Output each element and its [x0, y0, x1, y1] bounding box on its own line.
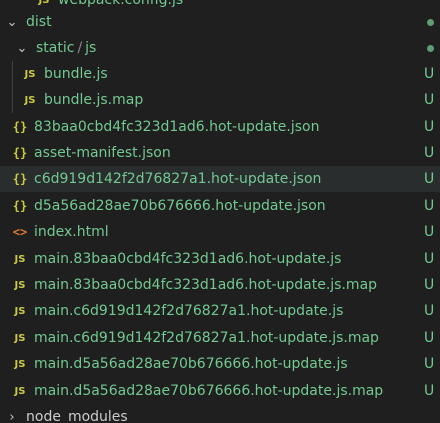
tree-item-label: index.html: [34, 224, 109, 240]
tree-item-label: bundle.js: [44, 66, 108, 82]
tree-item-label: main.d5a56ad28ae70b676666.hot-update.js: [34, 356, 348, 372]
chevron-down-icon: ⌄: [16, 40, 28, 56]
untracked-badge: U: [424, 383, 435, 399]
folder-label: node_modules: [26, 409, 128, 423]
folder-label-static: static: [36, 40, 75, 56]
tree-item-label: main.83baa0cbd4fc323d1ad6.hot-update.js.…: [34, 277, 378, 293]
folder-static-js[interactable]: ⌄ static / js: [0, 35, 440, 61]
tree-item-label: 83baa0cbd4fc323d1ad6.hot-update.json: [34, 119, 320, 135]
tree-item-label: main.c6d919d142f2d76827a1.hot-update.js: [34, 303, 344, 319]
tree-item-label: d5a56ad28ae70b676666.hot-update.json: [34, 198, 326, 214]
js-file-icon: JS: [14, 279, 26, 291]
chevron-down-icon: ⌄: [6, 14, 18, 30]
js-file-icon: JS: [14, 385, 26, 397]
tree-item-file[interactable]: JS main.d5a56ad28ae70b676666.hot-update.…: [0, 351, 440, 377]
untracked-badge: U: [424, 119, 435, 135]
json-file-icon: {}: [12, 146, 28, 160]
untracked-badge: U: [424, 356, 435, 372]
tree-item-file[interactable]: JS main.c6d919d142f2d76827a1.hot-update.…: [0, 298, 440, 324]
html-file-icon: <>: [12, 225, 28, 239]
folder-node-modules[interactable]: › node_modules: [0, 404, 440, 423]
tree-item-label: webpack.config.js: [58, 0, 184, 8]
folder-label-js: js: [85, 40, 97, 56]
tree-item-file[interactable]: JS bundle.js.map U: [0, 87, 440, 113]
folder-dist[interactable]: ⌄ dist: [0, 9, 440, 35]
js-file-icon: JS: [14, 332, 26, 344]
modified-dot-icon: [427, 45, 434, 52]
chevron-right-icon: ›: [9, 409, 15, 423]
tree-item-file[interactable]: JS main.83baa0cbd4fc323d1ad6.hot-update.…: [0, 246, 440, 272]
js-file-icon: JS: [14, 305, 26, 317]
js-file-icon: JS: [24, 94, 36, 106]
tree-item-file[interactable]: {} 83baa0cbd4fc323d1ad6.hot-update.json …: [0, 114, 440, 140]
untracked-badge: U: [424, 145, 435, 161]
json-file-icon: {}: [12, 199, 28, 213]
js-file-icon: JS: [14, 253, 26, 265]
untracked-badge: U: [424, 303, 435, 319]
untracked-badge: U: [424, 171, 435, 187]
js-file-icon: JS: [38, 0, 50, 6]
tree-item-label: main.d5a56ad28ae70b676666.hot-update.js.…: [34, 383, 384, 399]
untracked-badge: U: [424, 251, 435, 267]
tree-item-file[interactable]: {} asset-manifest.json U: [0, 140, 440, 166]
untracked-badge: U: [424, 92, 435, 108]
tree-item-file[interactable]: JS main.83baa0cbd4fc323d1ad6.hot-update.…: [0, 272, 440, 298]
untracked-badge: U: [424, 277, 435, 293]
untracked-badge: U: [424, 330, 435, 346]
tree-item-file[interactable]: JS main.d5a56ad28ae70b676666.hot-update.…: [0, 378, 440, 404]
tree-item-file[interactable]: JS bundle.js U: [0, 61, 440, 87]
file-explorer-tree: JS webpack.config.js ⌄ dist ⌄ static / j…: [0, 0, 440, 423]
tree-item-file[interactable]: <> index.html U: [0, 219, 440, 245]
tree-item-label: main.83baa0cbd4fc323d1ad6.hot-update.js: [34, 251, 342, 267]
js-file-icon: JS: [24, 68, 36, 80]
tree-item-label: main.c6d919d142f2d76827a1.hot-update.js.…: [34, 330, 379, 346]
json-file-icon: {}: [12, 172, 28, 186]
folder-label: dist: [26, 14, 52, 30]
untracked-badge: U: [424, 198, 435, 214]
untracked-badge: U: [424, 66, 435, 82]
path-separator: /: [77, 40, 83, 56]
tree-item-file[interactable]: JS main.c6d919d142f2d76827a1.hot-update.…: [0, 325, 440, 351]
js-file-icon: JS: [14, 358, 26, 370]
untracked-badge: U: [424, 224, 435, 240]
tree-item-file-hovered[interactable]: {} c6d919d142f2d76827a1.hot-update.json …: [0, 166, 440, 192]
tree-item-label: c6d919d142f2d76827a1.hot-update.json: [34, 171, 322, 187]
tree-item-label: bundle.js.map: [44, 92, 144, 108]
json-file-icon: {}: [12, 120, 28, 134]
tree-item-file[interactable]: {} d5a56ad28ae70b676666.hot-update.json …: [0, 193, 440, 219]
tree-item-label: asset-manifest.json: [34, 145, 171, 161]
modified-dot-icon: [427, 19, 434, 26]
